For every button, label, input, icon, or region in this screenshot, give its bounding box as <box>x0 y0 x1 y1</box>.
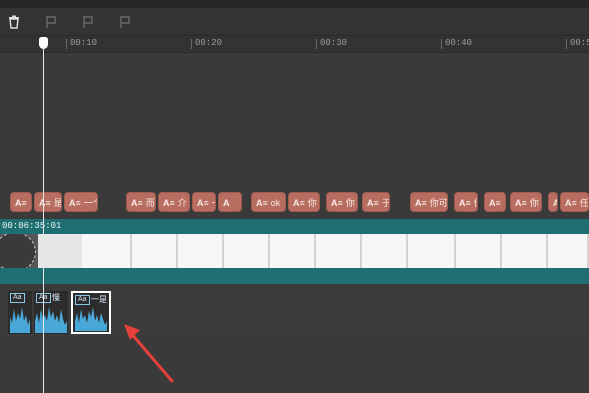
ruler-tick <box>566 39 567 49</box>
subtitle-text: 于 <box>381 198 390 208</box>
subtitle-tag: A≡ <box>197 198 209 208</box>
subtitle-text: 你 <box>529 198 539 208</box>
subtitle-tag: A≡ <box>15 198 27 208</box>
subtitle-clip[interactable]: A≡你 <box>454 192 478 212</box>
subtitle-text: 你可 <box>429 198 448 208</box>
ruler-tick <box>441 39 442 49</box>
subtitle-text: 你 <box>307 198 317 208</box>
waveform <box>35 307 67 333</box>
marker-button-2[interactable] <box>79 13 97 31</box>
video-frame <box>132 234 178 268</box>
subtitle-text: 你 <box>474 198 477 208</box>
delete-button[interactable] <box>5 13 23 31</box>
subtitle-tag: A≡ <box>367 198 379 208</box>
video-timecode: 00:06:35:01 <box>2 221 62 231</box>
waveform <box>75 307 107 331</box>
video-frame <box>224 234 270 268</box>
subtitle-clip[interactable]: A≡而今 <box>126 192 156 212</box>
video-frame <box>548 234 589 268</box>
trash-icon <box>9 15 19 29</box>
video-frame <box>178 234 224 268</box>
subtitle-tag: A≡ <box>553 198 557 208</box>
subtitle-clip[interactable]: A≡ 介 <box>158 192 190 212</box>
video-frame <box>408 234 456 268</box>
subtitle-tag: A≡ <box>39 198 51 208</box>
flag-icon <box>46 16 56 28</box>
ruler-tick <box>66 39 67 49</box>
subtitle-text: 任 <box>579 198 589 208</box>
subtitle-clip[interactable]: A≡ ok <box>251 192 286 212</box>
subtitle-clip[interactable]: A≡ 于 <box>362 192 390 212</box>
subtitle-text: ok <box>270 198 281 208</box>
playhead-handle[interactable] <box>39 37 48 49</box>
flag-icon <box>120 16 130 28</box>
subtitle-tag: A≡ <box>256 198 268 208</box>
marker-button-3[interactable] <box>116 13 134 31</box>
ruler-tick <box>191 39 192 49</box>
subtitle-text: 你 <box>345 198 355 208</box>
logo-badge <box>0 234 36 268</box>
ruler-label: 00:20 <box>195 38 223 48</box>
subtitle-text: 介 <box>177 198 187 208</box>
subtitle-clip[interactable]: A≡你 <box>288 192 320 212</box>
ruler-label: 00:5 <box>570 38 589 48</box>
subtitle-tag: A≡ <box>515 198 527 208</box>
subtitle-tag: A≡ <box>131 198 143 208</box>
video-frame <box>270 234 316 268</box>
marker-button-1[interactable] <box>42 13 60 31</box>
ruler-tick <box>316 39 317 49</box>
subtitle-tag: A≡ <box>293 198 305 208</box>
audio-clip[interactable]: Aa 慢 <box>34 291 68 334</box>
subtitle-tag: A≡ <box>163 198 175 208</box>
subtitle-clip[interactable]: A≡ 你可 <box>410 192 448 212</box>
subtitle-tag: A≡ <box>69 198 81 208</box>
subtitle-clip[interactable]: A≡ 是 <box>34 192 62 212</box>
red-arrow-annotation <box>124 324 174 383</box>
subtitle-tag: A≡ <box>415 198 427 208</box>
audio-clip[interactable]: Aa <box>8 291 32 334</box>
subtitle-tag: A≡ <box>459 198 471 208</box>
video-frames[interactable] <box>0 234 589 268</box>
subtitle-clip[interactable]: A≡一 <box>192 192 216 212</box>
ruler-label: 00:40 <box>445 38 473 48</box>
subtitle-tag: A <box>223 198 230 208</box>
subtitle-clip[interactable]: A≡ 任 <box>560 192 589 212</box>
ruler-label: 00:10 <box>70 38 98 48</box>
subtitle-clip[interactable]: A≡ <box>10 192 32 212</box>
timeline-ruler[interactable]: 00:10 00:20 00:30 00:40 00:5 <box>0 36 589 53</box>
waveform <box>10 307 30 333</box>
flag-icon <box>83 16 93 28</box>
subtitle-clip[interactable]: A <box>218 192 242 212</box>
video-frame <box>316 234 362 268</box>
subtitle-tag: A≡ <box>331 198 343 208</box>
window-top-bar <box>0 0 589 8</box>
ruler-label: 00:30 <box>320 38 348 48</box>
subtitle-tag: A≡ <box>489 198 501 208</box>
subtitle-text: 一 <box>212 198 215 208</box>
subtitle-clip[interactable]: A≡你 <box>548 192 558 212</box>
video-frame <box>82 234 132 268</box>
subtitle-text: 是 <box>53 198 62 208</box>
subtitle-tag: A≡ <box>565 198 577 208</box>
subtitle-text: 而今 <box>145 198 155 208</box>
subtitle-track: A≡ A≡是 A≡一个 A≡而今 A≡介 A≡一 A A≡ok A≡你 A≡你 … <box>0 189 589 215</box>
audio-clip-selected[interactable]: Aa 一是 <box>71 291 111 334</box>
subtitle-clip[interactable]: A≡你 <box>326 192 358 212</box>
subtitle-clip[interactable]: A≡ <box>484 192 506 212</box>
subtitle-clip[interactable]: A≡一个 <box>64 192 98 212</box>
video-frame <box>456 234 502 268</box>
video-frame <box>362 234 408 268</box>
timeline-toolbar <box>0 8 589 36</box>
subtitle-text: 一个 <box>83 198 97 208</box>
video-thumbnail <box>0 234 38 268</box>
subtitle-clip[interactable]: A≡你 <box>510 192 542 212</box>
video-frame <box>502 234 548 268</box>
playhead-line[interactable] <box>43 44 44 393</box>
